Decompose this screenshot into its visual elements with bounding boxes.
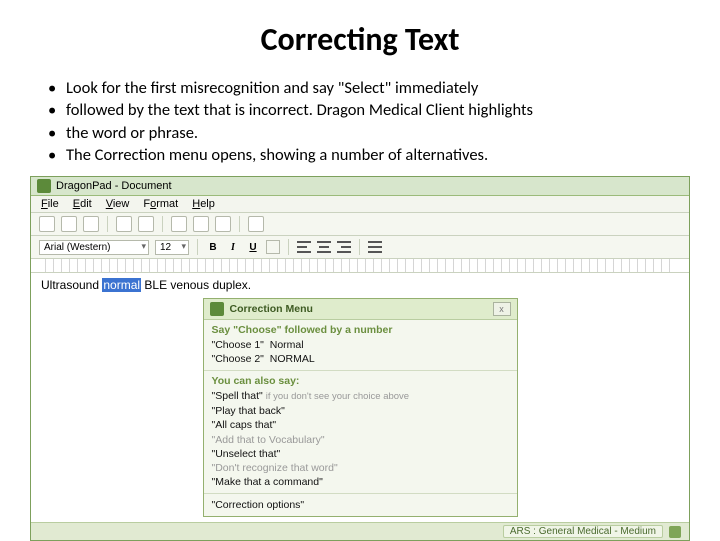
paste-icon[interactable] [215, 216, 231, 232]
slide-title: Correcting Text [30, 20, 690, 59]
app-icon [37, 179, 51, 193]
dragon-icon [210, 302, 224, 316]
title-bar: DragonPad - Document [31, 177, 689, 196]
underline-button[interactable]: U [246, 242, 260, 253]
align-center-icon[interactable] [317, 241, 331, 253]
open-icon[interactable] [61, 216, 77, 232]
choice-item[interactable]: "Choose 2" NORMAL [212, 352, 509, 366]
document-area[interactable]: Ultrasound normal BLE venous duplex. Cor… [31, 273, 689, 522]
cut-icon[interactable] [171, 216, 187, 232]
save-icon[interactable] [83, 216, 99, 232]
size-combo[interactable]: 12 [155, 240, 189, 255]
print-icon[interactable] [116, 216, 132, 232]
italic-button[interactable]: I [226, 242, 240, 253]
bullets-icon[interactable] [368, 241, 382, 253]
align-right-icon[interactable] [337, 241, 351, 253]
app-window: DragonPad - Document File Edit View Form… [30, 176, 690, 541]
menu-bar: File Edit View Format Help [31, 196, 689, 213]
align-left-icon[interactable] [297, 241, 311, 253]
menu-edit[interactable]: Edit [73, 198, 92, 210]
list-item: •The Correction menu opens, showing a nu… [48, 144, 690, 166]
status-text: ARS : General Medical - Medium [503, 525, 663, 538]
toolbar-format: Arial (Western) 12 B I U [31, 236, 689, 259]
also-item[interactable]: "Unselect that" [212, 447, 509, 461]
also-item[interactable]: "Spell that"if you don't see your choice… [212, 389, 509, 404]
also-section-title: You can also say: [212, 375, 509, 387]
menu-file[interactable]: File [41, 198, 59, 210]
window-title: DragonPad - Document [56, 180, 172, 192]
toolbar-standard [31, 213, 689, 236]
menu-format[interactable]: Format [143, 198, 178, 210]
list-item: •Look for the first misrecognition and s… [48, 77, 690, 99]
correction-options-item[interactable]: "Correction options" [212, 498, 509, 512]
correction-menu-popup: Correction Menu x Say "Choose" followed … [203, 298, 518, 517]
popup-title: Correction Menu [230, 303, 493, 315]
new-icon[interactable] [39, 216, 55, 232]
document-text: Ultrasound normal BLE venous duplex. [41, 278, 251, 292]
font-combo[interactable]: Arial (Western) [39, 240, 149, 255]
find-icon[interactable] [138, 216, 154, 232]
also-item[interactable]: "Add that to Vocabulary" [212, 433, 509, 447]
ruler [31, 259, 689, 273]
options-section: "Correction options" [204, 494, 517, 516]
copy-icon[interactable] [193, 216, 209, 232]
status-bar: ARS : General Medical - Medium [31, 522, 689, 540]
also-item[interactable]: "Make that a command" [212, 475, 509, 489]
list-item: •followed by the text that is incorrect.… [48, 99, 690, 121]
also-item[interactable]: "Don't recognize that word" [212, 461, 509, 475]
menu-view[interactable]: View [106, 198, 130, 210]
status-icon [669, 526, 681, 538]
menu-help[interactable]: Help [192, 198, 215, 210]
choose-section-title: Say "Choose" followed by a number [212, 324, 509, 336]
font-color-button[interactable] [266, 240, 280, 254]
selected-text: normal [102, 278, 141, 292]
choice-item[interactable]: "Choose 1" Normal [212, 338, 509, 352]
slide: Correcting Text •Look for the first misr… [0, 0, 720, 540]
also-section: You can also say: "Spell that"if you don… [204, 371, 517, 493]
also-item[interactable]: "All caps that" [212, 418, 509, 432]
bullet-list: •Look for the first misrecognition and s… [48, 77, 690, 166]
popup-header: Correction Menu x [204, 299, 517, 320]
also-item[interactable]: "Play that back" [212, 404, 509, 418]
choose-section: Say "Choose" followed by a number "Choos… [204, 320, 517, 370]
list-item: •the word or phrase. [48, 122, 690, 144]
close-button[interactable]: x [493, 302, 511, 316]
undo-icon[interactable] [248, 216, 264, 232]
bold-button[interactable]: B [206, 242, 220, 253]
